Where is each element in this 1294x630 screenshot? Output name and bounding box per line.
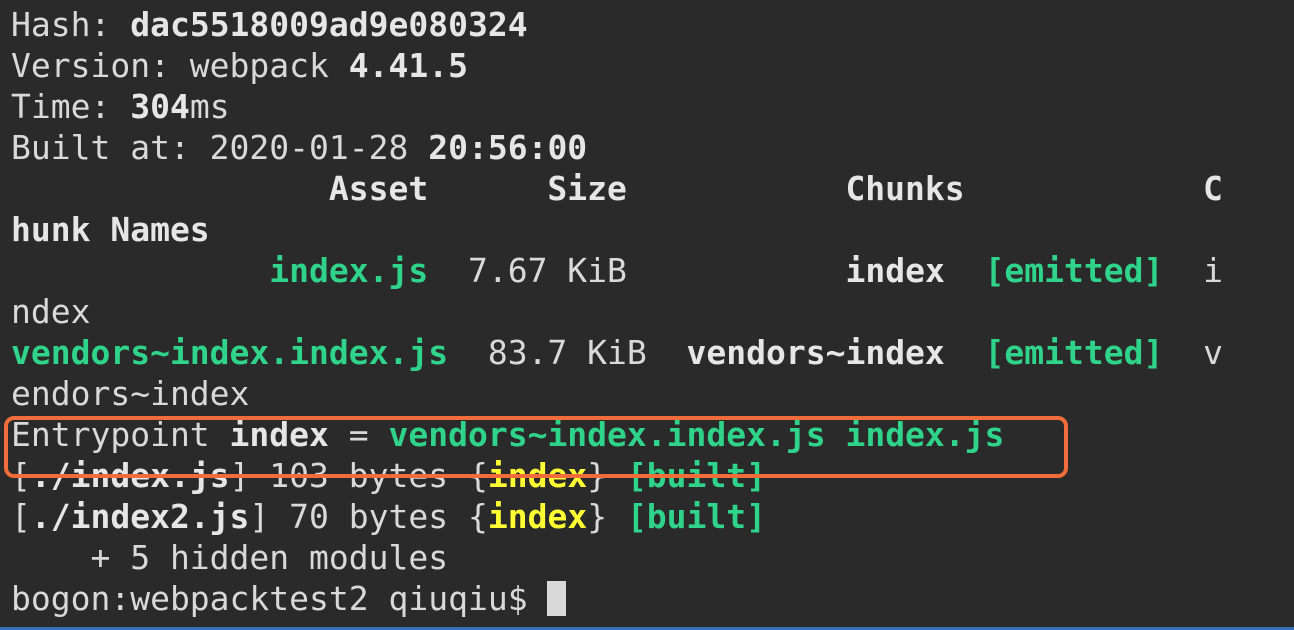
- chunk-name-start: v: [1163, 333, 1223, 372]
- built-line: Built at: 2020-01-28 20:56:00: [11, 127, 1294, 168]
- asset-name: vendors~index.index.js: [11, 333, 449, 372]
- module-size: ] 70 bytes {: [249, 497, 488, 536]
- asset-row-vendors-wrap: endors~index: [11, 374, 250, 413]
- time-line: Time: 304ms: [11, 86, 1294, 127]
- built-time: 20:56:00: [428, 128, 588, 167]
- terminal-window[interactable]: Hash: dac5518009ad9e080324 Version: webp…: [0, 0, 1294, 630]
- chunk-name-start: i: [1163, 251, 1223, 290]
- asset-chunks: index: [845, 251, 945, 290]
- version-label: Version: webpack: [11, 46, 349, 85]
- hash-value: dac5518009ad9e080324: [130, 5, 528, 44]
- brace-close: }: [587, 497, 627, 536]
- asset-name: index.js: [269, 251, 429, 290]
- built-label: Built at: 2020-01-28: [11, 128, 429, 167]
- asset-row-index-wrap: ndex: [11, 292, 91, 331]
- module-status: [built]: [626, 497, 767, 536]
- asset-row-index: index.js 7.67 KiB index [emitted] i: [11, 250, 1294, 291]
- time-unit: ms: [189, 87, 230, 126]
- version-value: 4.41.5: [348, 46, 468, 85]
- row-padding: [11, 251, 269, 290]
- hash-line: Hash: dac5518009ad9e080324: [11, 4, 1294, 45]
- highlight-annotation: [4, 416, 1068, 478]
- asset-row-vendors: vendors~index.index.js 83.7 KiB vendors~…: [11, 332, 1294, 373]
- table-header: Asset Size Chunks C: [11, 169, 1223, 208]
- asset-status: [emitted]: [984, 251, 1164, 290]
- asset-size: 83.7 KiB: [448, 333, 687, 372]
- version-line: Version: webpack 4.41.5: [11, 45, 1294, 86]
- table-header-wrap: hunk Names: [11, 210, 210, 249]
- hash-label: Hash:: [11, 5, 131, 44]
- module-chunk: index: [487, 497, 588, 536]
- row-gap: [945, 251, 985, 290]
- shell-prompt: bogon:webpacktest2 qiuqiu$: [11, 579, 548, 618]
- time-value: 304: [130, 87, 190, 126]
- prompt-line[interactable]: bogon:webpacktest2 qiuqiu$: [11, 578, 1294, 619]
- module-line-index2: [./index2.js] 70 bytes {index} [built]: [11, 496, 1294, 537]
- row-gap: [945, 333, 985, 372]
- hidden-modules-line: + 5 hidden modules: [11, 538, 449, 577]
- time-label: Time:: [11, 87, 131, 126]
- asset-status: [emitted]: [984, 333, 1164, 372]
- asset-size: 7.67 KiB: [428, 251, 846, 290]
- module-path: ./index2.js: [30, 497, 250, 536]
- asset-chunks: vendors~index: [686, 333, 945, 372]
- cursor[interactable]: [547, 581, 567, 616]
- bracket-open: [: [11, 497, 31, 536]
